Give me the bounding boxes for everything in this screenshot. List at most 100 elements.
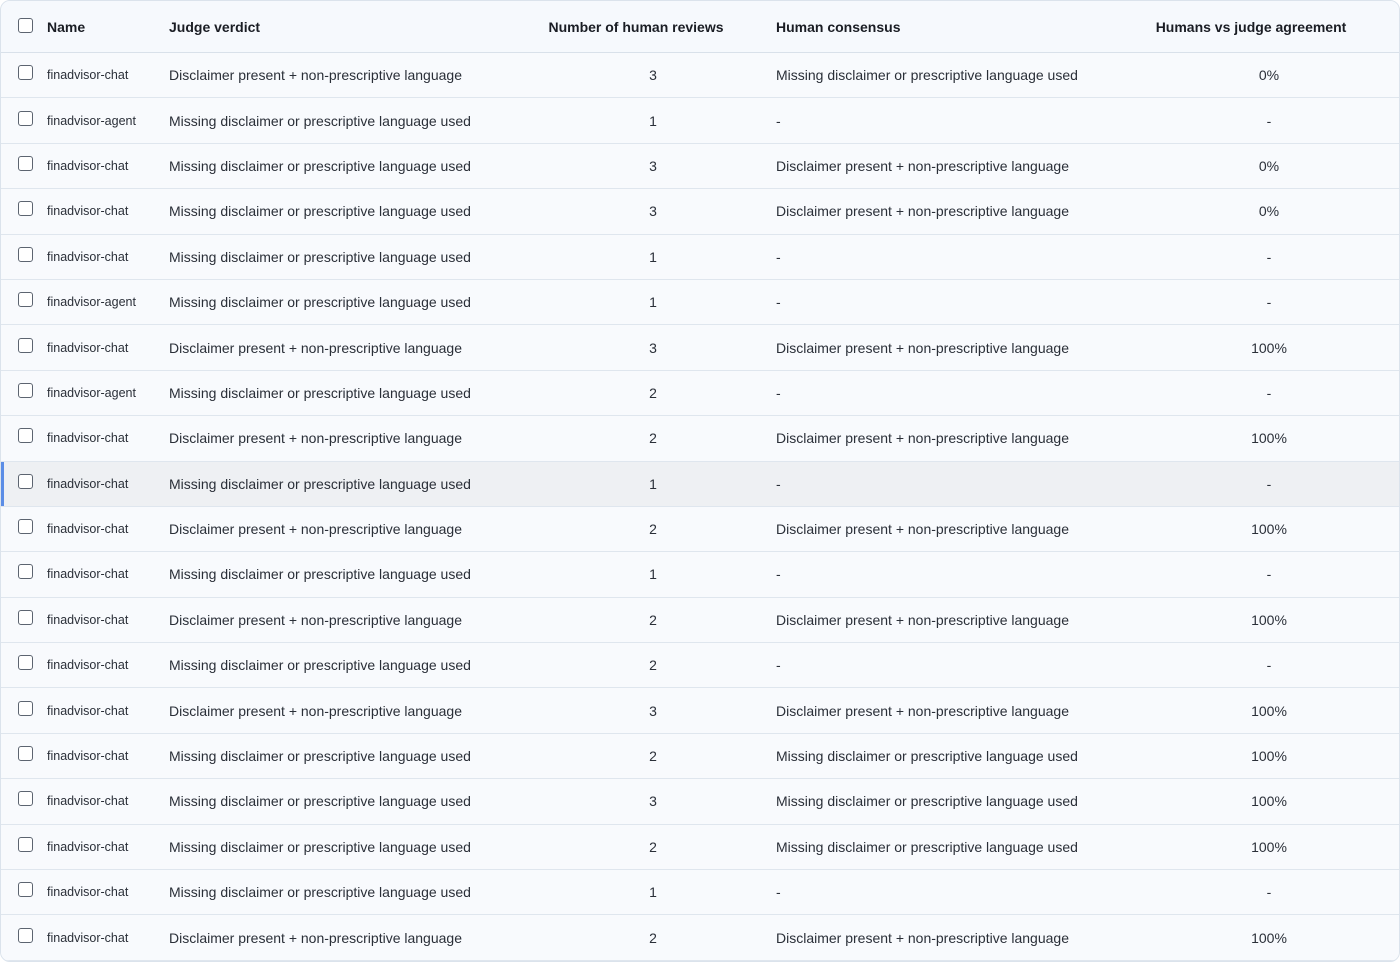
row-name: finadvisor-chat [47, 885, 129, 900]
row-checkbox[interactable] [18, 927, 33, 943]
table-row[interactable]: finadvisor-chat Disclaimer present + non-… [1, 416, 1399, 462]
select-all-checkbox[interactable] [18, 18, 33, 33]
row-select-cell [18, 144, 36, 188]
row-human-consensus: - [776, 566, 781, 583]
row-human-consensus: Missing disclaimer or prescriptive langu… [776, 793, 1078, 810]
row-select-cell [18, 462, 36, 506]
row-judge-verdict: Missing disclaimer or prescriptive langu… [169, 203, 471, 220]
table-row[interactable]: finadvisor-chat Missing disclaimer or pre… [1, 870, 1399, 916]
row-checkbox[interactable] [18, 564, 33, 580]
table-row[interactable]: finadvisor-agent Missing disclaimer or pr… [1, 279, 1399, 326]
row-checkbox[interactable] [18, 110, 33, 126]
table-row[interactable]: finadvisor-chat Missing disclaimer or pre… [1, 461, 1399, 507]
row-select-cell [18, 643, 36, 687]
row-select-cell [18, 280, 36, 324]
row-human-consensus: Disclaimer present + non-prescriptive la… [776, 929, 1069, 946]
row-human-consensus: Missing disclaimer or prescriptive langu… [776, 67, 1078, 84]
table-row[interactable]: finadvisor-chat Missing disclaimer or pre… [1, 234, 1399, 280]
row-checkbox[interactable] [18, 746, 33, 762]
table-row[interactable]: finadvisor-chat Missing disclaimer or pre… [1, 552, 1399, 598]
row-human-reviews: 1 [649, 112, 657, 129]
row-name: finadvisor-chat [47, 612, 129, 627]
table-row[interactable]: finadvisor-chat Missing disclaimer or pre… [1, 643, 1399, 689]
row-checkbox[interactable] [18, 700, 33, 716]
row-judge-verdict: Missing disclaimer or prescriptive langu… [169, 248, 471, 265]
column-header-name[interactable]: Name [47, 1, 85, 52]
row-name: finadvisor-chat [47, 204, 129, 219]
row-checkbox[interactable] [18, 337, 33, 353]
table-row[interactable]: finadvisor-chat Disclaimer present + non-… [1, 597, 1399, 644]
row-agreement: 0% [1258, 67, 1280, 84]
row-agreement: - [1266, 657, 1272, 674]
row-checkbox[interactable] [18, 836, 33, 852]
row-checkbox[interactable] [18, 65, 33, 81]
table-body: finadvisor-chat Disclaimer present + non-… [1, 53, 1399, 961]
row-judge-verdict: Missing disclaimer or prescriptive langu… [169, 294, 471, 311]
row-human-reviews: 3 [649, 157, 657, 174]
table-row[interactable]: finadvisor-chat Disclaimer present + non-… [1, 506, 1399, 553]
row-human-reviews: 2 [649, 430, 657, 447]
row-checkbox[interactable] [18, 473, 33, 489]
row-select-cell [18, 915, 36, 959]
row-human-reviews: 1 [649, 566, 657, 583]
row-judge-verdict: Disclaimer present + non-prescriptive la… [169, 339, 462, 356]
column-header-judge-verdict[interactable]: Judge verdict [169, 1, 260, 52]
row-judge-verdict: Disclaimer present + non-prescriptive la… [169, 430, 462, 447]
table-row[interactable]: finadvisor-chat Missing disclaimer or pre… [1, 824, 1399, 871]
table-row[interactable]: finadvisor-agent Missing disclaimer or pr… [1, 98, 1399, 144]
row-human-consensus: Missing disclaimer or prescriptive langu… [776, 838, 1078, 855]
row-human-consensus: Disclaimer present + non-prescriptive la… [776, 521, 1069, 538]
row-checkbox[interactable] [18, 155, 33, 171]
row-agreement: - [1266, 248, 1272, 265]
results-table: Name Judge verdict Number of human revie… [0, 0, 1400, 962]
row-select-cell [18, 371, 36, 415]
table-row[interactable]: finadvisor-chat Disclaimer present + non-… [1, 325, 1399, 371]
column-header-human-consensus[interactable]: Human consensus [776, 1, 900, 52]
table-row[interactable]: finadvisor-chat Disclaimer present + non-… [1, 688, 1399, 734]
row-checkbox[interactable] [18, 428, 33, 444]
row-judge-verdict: Disclaimer present + non-prescriptive la… [169, 521, 462, 538]
row-checkbox[interactable] [18, 519, 33, 535]
row-name: finadvisor-agent [47, 295, 136, 310]
table-row[interactable]: finadvisor-agent Missing disclaimer or pr… [1, 370, 1399, 417]
row-select-cell [18, 416, 36, 460]
row-human-reviews: 3 [649, 793, 657, 810]
table-row[interactable]: finadvisor-chat Disclaimer present + non-… [1, 53, 1399, 99]
row-name: finadvisor-chat [47, 567, 129, 582]
row-checkbox[interactable] [18, 201, 33, 217]
row-select-cell [18, 552, 36, 596]
row-judge-verdict: Missing disclaimer or prescriptive langu… [169, 475, 471, 492]
row-checkbox[interactable] [18, 655, 33, 671]
row-human-consensus: - [776, 657, 781, 674]
row-human-consensus: - [776, 248, 781, 265]
table-row[interactable]: finadvisor-chat Missing disclaimer or pre… [1, 189, 1399, 235]
row-name: finadvisor-chat [47, 522, 129, 537]
row-human-reviews: 2 [649, 521, 657, 538]
row-checkbox[interactable] [18, 292, 33, 308]
table-row[interactable]: finadvisor-chat Missing disclaimer or pre… [1, 143, 1399, 190]
column-header-human-reviews[interactable]: Number of human reviews [536, 1, 736, 52]
row-agreement: 100% [1251, 611, 1287, 628]
row-select-cell [18, 325, 36, 369]
row-judge-verdict: Disclaimer present + non-prescriptive la… [169, 702, 462, 719]
row-checkbox[interactable] [18, 609, 33, 625]
row-checkbox[interactable] [18, 246, 33, 262]
row-human-reviews: 3 [649, 702, 657, 719]
row-human-consensus: Disclaimer present + non-prescriptive la… [776, 611, 1069, 628]
row-name: finadvisor-chat [47, 749, 129, 764]
table-row[interactable]: finadvisor-chat Missing disclaimer or pre… [1, 779, 1399, 825]
row-human-consensus: Disclaimer present + non-prescriptive la… [776, 702, 1069, 719]
row-checkbox[interactable] [18, 382, 33, 398]
row-human-consensus: - [776, 294, 781, 311]
column-header-agreement[interactable]: Humans vs judge agreement [1151, 1, 1351, 52]
row-agreement: 100% [1251, 929, 1287, 946]
row-human-reviews: 1 [649, 248, 657, 265]
table-row[interactable]: finadvisor-chat Disclaimer present + non-… [1, 915, 1399, 961]
table-row[interactable]: finadvisor-chat Missing disclaimer or pre… [1, 733, 1399, 780]
row-checkbox[interactable] [18, 882, 33, 898]
row-judge-verdict: Missing disclaimer or prescriptive langu… [169, 748, 471, 765]
table-header: Name Judge verdict Number of human revie… [1, 1, 1399, 53]
row-checkbox[interactable] [18, 791, 33, 807]
row-judge-verdict: Missing disclaimer or prescriptive langu… [169, 793, 471, 810]
row-agreement: 100% [1251, 748, 1287, 765]
